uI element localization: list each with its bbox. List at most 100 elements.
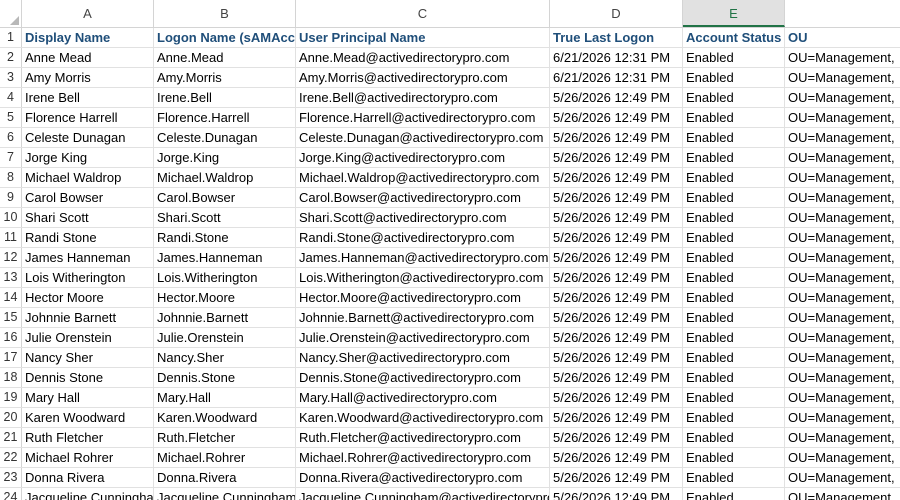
cell[interactable]: Jorge King: [22, 148, 154, 167]
cell[interactable]: Irene Bell: [22, 88, 154, 107]
cell[interactable]: 5/26/2026 12:49 PM: [550, 488, 683, 500]
cell[interactable]: 5/26/2026 12:49 PM: [550, 208, 683, 227]
column-header-e[interactable]: E: [683, 0, 785, 27]
row-number[interactable]: 1: [0, 28, 22, 47]
cell[interactable]: OU=Management,: [785, 128, 900, 147]
cell[interactable]: Carol.Bowser: [154, 188, 296, 207]
cell[interactable]: Dennis.Stone: [154, 368, 296, 387]
cell[interactable]: James.Hanneman@activedirectorypro.com: [296, 248, 550, 267]
cell[interactable]: 5/26/2026 12:49 PM: [550, 388, 683, 407]
cell[interactable]: Mary.Hall: [154, 388, 296, 407]
cell[interactable]: Irene.Bell@activedirectorypro.com: [296, 88, 550, 107]
cell[interactable]: OU=Management,: [785, 108, 900, 127]
cell[interactable]: Enabled: [683, 368, 785, 387]
cell[interactable]: Karen.Woodward@activedirectorypro.com: [296, 408, 550, 427]
cell[interactable]: Carol Bowser: [22, 188, 154, 207]
cell[interactable]: OU=Management,: [785, 68, 900, 87]
cell[interactable]: Randi.Stone: [154, 228, 296, 247]
cell[interactable]: Enabled: [683, 148, 785, 167]
select-all-button[interactable]: [0, 0, 22, 27]
column-title[interactable]: OU: [785, 28, 900, 47]
cell[interactable]: Hector.Moore: [154, 288, 296, 307]
cell[interactable]: Enabled: [683, 488, 785, 500]
cell[interactable]: James Hanneman: [22, 248, 154, 267]
cell[interactable]: Enabled: [683, 448, 785, 467]
column-title[interactable]: Display Name: [22, 28, 154, 47]
row-number[interactable]: 6: [0, 128, 22, 147]
column-header-b[interactable]: B: [154, 0, 296, 27]
cell[interactable]: OU=Management,: [785, 408, 900, 427]
cell[interactable]: OU=Management,: [785, 488, 900, 500]
cell[interactable]: OU=Management,: [785, 88, 900, 107]
cell[interactable]: Enabled: [683, 188, 785, 207]
column-title[interactable]: Logon Name (sAMAccountName): [154, 28, 296, 47]
row-number[interactable]: 15: [0, 308, 22, 327]
row-number[interactable]: 18: [0, 368, 22, 387]
cell[interactable]: OU=Management,: [785, 188, 900, 207]
cell[interactable]: 5/26/2026 12:49 PM: [550, 108, 683, 127]
cell[interactable]: Celeste Dunagan: [22, 128, 154, 147]
cell[interactable]: OU=Management,: [785, 348, 900, 367]
cell[interactable]: Lois.Witherington: [154, 268, 296, 287]
cell[interactable]: 5/26/2026 12:49 PM: [550, 248, 683, 267]
row-number[interactable]: 14: [0, 288, 22, 307]
cell[interactable]: OU=Management,: [785, 448, 900, 467]
cell[interactable]: Michael Waldrop: [22, 168, 154, 187]
cell[interactable]: Enabled: [683, 388, 785, 407]
cell[interactable]: OU=Management,: [785, 328, 900, 347]
cell[interactable]: Lois.Witherington@activedirectorypro.com: [296, 268, 550, 287]
cell[interactable]: Enabled: [683, 288, 785, 307]
cell[interactable]: Shari.Scott: [154, 208, 296, 227]
row-number[interactable]: 17: [0, 348, 22, 367]
cell[interactable]: Enabled: [683, 168, 785, 187]
cell[interactable]: 5/26/2026 12:49 PM: [550, 188, 683, 207]
cell[interactable]: Florence.Harrell@activedirectorypro.com: [296, 108, 550, 127]
cell[interactable]: OU=Management,: [785, 288, 900, 307]
cell[interactable]: Ruth.Fletcher: [154, 428, 296, 447]
cell[interactable]: Johnnie.Barnett: [154, 308, 296, 327]
row-number[interactable]: 9: [0, 188, 22, 207]
cell[interactable]: OU=Management,: [785, 248, 900, 267]
cell[interactable]: Jacqueline.Cunningham@activedirectorypro…: [296, 488, 550, 500]
row-number[interactable]: 4: [0, 88, 22, 107]
cell[interactable]: Enabled: [683, 88, 785, 107]
row-number[interactable]: 11: [0, 228, 22, 247]
cell[interactable]: Mary Hall: [22, 388, 154, 407]
column-header-d[interactable]: D: [550, 0, 683, 27]
row-number[interactable]: 5: [0, 108, 22, 127]
column-title[interactable]: Account Status: [683, 28, 785, 47]
cell[interactable]: Carol.Bowser@activedirectorypro.com: [296, 188, 550, 207]
cell[interactable]: 5/26/2026 12:49 PM: [550, 348, 683, 367]
cell[interactable]: Nancy Sher: [22, 348, 154, 367]
cell[interactable]: Amy.Morris: [154, 68, 296, 87]
cell[interactable]: Michael.Waldrop@activedirectorypro.com: [296, 168, 550, 187]
row-number[interactable]: 8: [0, 168, 22, 187]
cell[interactable]: Nancy.Sher@activedirectorypro.com: [296, 348, 550, 367]
cell[interactable]: 5/26/2026 12:49 PM: [550, 88, 683, 107]
cell[interactable]: Enabled: [683, 48, 785, 67]
cell[interactable]: 5/26/2026 12:49 PM: [550, 368, 683, 387]
cell[interactable]: OU=Management,: [785, 428, 900, 447]
cell[interactable]: Jacqueline.Cunningham: [154, 488, 296, 500]
cell[interactable]: Enabled: [683, 408, 785, 427]
cell[interactable]: OU=Management,: [785, 268, 900, 287]
cell[interactable]: 5/26/2026 12:49 PM: [550, 268, 683, 287]
cell[interactable]: Julie.Orenstein@activedirectorypro.com: [296, 328, 550, 347]
cell[interactable]: Karen.Woodward: [154, 408, 296, 427]
cell[interactable]: Anne Mead: [22, 48, 154, 67]
cell[interactable]: OU=Management,: [785, 308, 900, 327]
cell[interactable]: 5/26/2026 12:49 PM: [550, 148, 683, 167]
cell[interactable]: Donna.Rivera@activedirectorypro.com: [296, 468, 550, 487]
cell[interactable]: Michael Rohrer: [22, 448, 154, 467]
cell[interactable]: Enabled: [683, 328, 785, 347]
cell[interactable]: Lois Witherington: [22, 268, 154, 287]
cell[interactable]: Shari.Scott@activedirectorypro.com: [296, 208, 550, 227]
row-number[interactable]: 13: [0, 268, 22, 287]
cell[interactable]: 5/26/2026 12:49 PM: [550, 228, 683, 247]
cell[interactable]: Karen Woodward: [22, 408, 154, 427]
cell[interactable]: Amy Morris: [22, 68, 154, 87]
cell[interactable]: OU=Management,: [785, 48, 900, 67]
cell[interactable]: Celeste.Dunagan@activedirectorypro.com: [296, 128, 550, 147]
row-number[interactable]: 16: [0, 328, 22, 347]
row-number[interactable]: 22: [0, 448, 22, 467]
